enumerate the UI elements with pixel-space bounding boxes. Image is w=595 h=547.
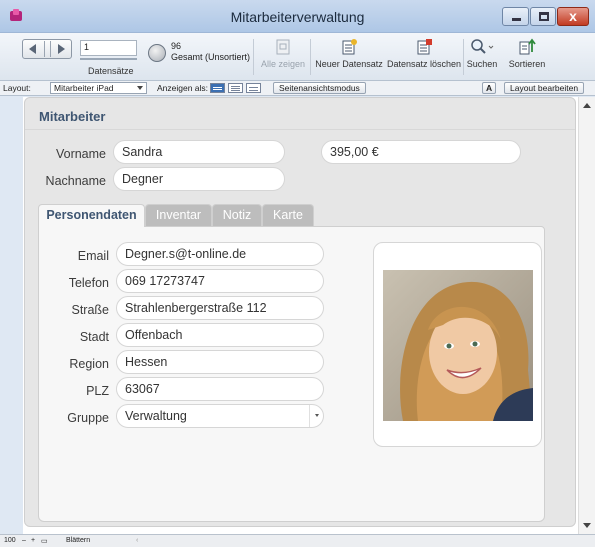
records-label: Datensätze (88, 66, 134, 76)
next-record-button[interactable] (58, 44, 65, 54)
phone-field[interactable]: 069 17273747 (116, 269, 324, 293)
sort-label: Sortieren (508, 59, 546, 69)
form-view-icon[interactable] (210, 83, 225, 93)
tab-karte[interactable]: Karte (262, 204, 314, 226)
minimize-icon (512, 18, 521, 21)
total-count: 96 (171, 41, 182, 51)
panel-title: Mitarbeiter (39, 109, 106, 124)
delete-record-button[interactable]: Datensatz löschen (386, 38, 462, 69)
scroll-down-icon[interactable] (583, 523, 591, 528)
format-bar-button[interactable]: A (482, 82, 497, 94)
phone-label: Telefon (68, 276, 109, 290)
record-total: 96 Gesamt (Unsortiert) (171, 41, 250, 63)
group-select-value: Verwaltung (125, 409, 187, 423)
last-name-field[interactable]: Degner (113, 167, 285, 191)
layout-select[interactable]: Mitarbeiter iPad (50, 82, 147, 94)
city-label: Stadt (79, 330, 109, 344)
record-slider[interactable] (80, 58, 137, 60)
record-navigator-icon[interactable] (22, 39, 72, 59)
photo-container[interactable] (373, 242, 542, 447)
amount-field[interactable]: 395,00 € (321, 140, 521, 164)
toggle-toolbar-icon[interactable]: ▭ (41, 537, 48, 545)
tab-inventar[interactable]: Inventar (145, 204, 212, 226)
zoom-out-icon[interactable]: – (22, 537, 26, 544)
chevron-down-icon (137, 86, 143, 90)
minimize-button[interactable] (502, 7, 529, 26)
previous-record-button[interactable] (29, 44, 36, 54)
delete-record-label: Datensatz löschen (386, 59, 462, 69)
first-name-label: Vorname (55, 147, 106, 161)
new-record-button[interactable]: Neuer Datensatz (314, 38, 384, 69)
search-icon (465, 38, 499, 56)
show-all-button[interactable]: Alle zeigen (258, 38, 308, 69)
street-label: Straße (71, 303, 109, 317)
edit-layout-button[interactable]: Layout bearbeiten (504, 82, 585, 94)
browse-mode-label[interactable]: Blättern (66, 537, 90, 544)
show-all-label: Alle zeigen (260, 59, 306, 69)
pie-chart-icon (148, 44, 166, 62)
street-field[interactable]: Strahlenbergerstraße 112 (116, 296, 324, 320)
maximize-button[interactable] (530, 7, 556, 26)
list-view-icon[interactable] (228, 83, 243, 93)
last-name-label: Nachname (45, 174, 106, 188)
scroll-up-icon[interactable] (583, 103, 591, 108)
maximize-icon (539, 12, 549, 21)
group-select[interactable]: Verwaltung (116, 404, 324, 428)
form-content: Mitarbeiter Vorname Sandra 395,00 € Nach… (23, 97, 578, 534)
preview-mode-button[interactable]: Seitenansichtsmodus (273, 82, 366, 94)
layout-select-value: Mitarbeiter iPad (54, 83, 114, 93)
photo-portrait (383, 270, 533, 421)
first-name-field[interactable]: Sandra (113, 140, 285, 164)
layout-bar: Layout: Mitarbeiter iPad Anzeigen als: S… (0, 81, 595, 96)
zoom-in-icon[interactable]: + (31, 537, 35, 544)
close-icon: x (569, 8, 577, 24)
zoom-level[interactable]: 100 (4, 537, 16, 544)
title-bar: Mitarbeiterverwaltung x (0, 0, 595, 33)
region-field[interactable]: Hessen (116, 350, 324, 374)
group-label: Gruppe (67, 411, 109, 425)
layout-label: Layout: (3, 83, 31, 93)
app-window: Mitarbeiterverwaltung x 1 Datensätze 96 … (0, 0, 595, 547)
new-record-icon (314, 38, 384, 56)
employee-panel: Mitarbeiter Vorname Sandra 395,00 € Nach… (24, 97, 576, 527)
view-as-label: Anzeigen als: (157, 83, 209, 93)
close-button[interactable]: x (557, 7, 589, 26)
chevron-down-icon (315, 414, 319, 417)
vertical-scrollbar[interactable] (578, 97, 595, 534)
status-bar: 100 – + ▭ Blättern ‹ (0, 534, 595, 547)
email-field[interactable]: Degner.s@t-online.de (116, 242, 324, 266)
zip-field[interactable]: 63067 (116, 377, 324, 401)
sort-icon (504, 38, 550, 56)
scroll-left-icon[interactable]: ‹ (136, 537, 138, 544)
tab-notiz[interactable]: Notiz (212, 204, 262, 226)
region-label: Region (69, 357, 109, 371)
record-number-input[interactable]: 1 (80, 40, 137, 56)
search-button[interactable]: Suchen (465, 38, 499, 69)
total-label: Gesamt (Unsortiert) (171, 52, 251, 62)
city-field[interactable]: Offenbach (116, 323, 324, 347)
search-label: Suchen (466, 59, 498, 69)
email-label: Email (77, 249, 109, 263)
show-all-icon (258, 38, 308, 56)
toolbar: 1 Datensätze 96 Gesamt (Unsortiert) Alle… (0, 33, 595, 81)
new-record-label: Neuer Datensatz (315, 59, 383, 69)
delete-record-icon (386, 38, 462, 56)
tab-personendaten[interactable]: Personendaten (38, 204, 145, 227)
sort-button[interactable]: Sortieren (504, 38, 550, 69)
zip-label: PLZ (86, 384, 109, 398)
table-view-icon[interactable] (246, 83, 261, 93)
